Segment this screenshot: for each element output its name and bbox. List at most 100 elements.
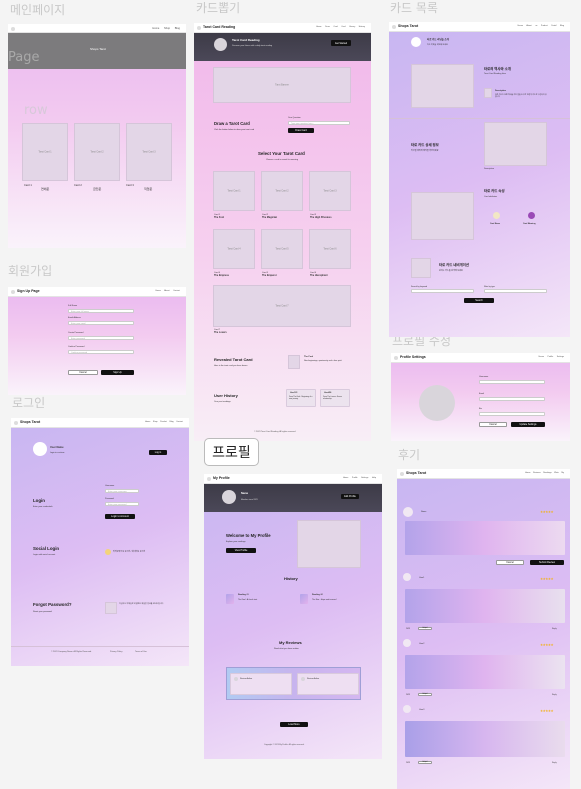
card-5[interactable]: Tarot Card 5	[261, 229, 303, 269]
username-input[interactable]: Enter your username	[105, 489, 139, 493]
footer-privacy[interactable]: Privacy Policy	[110, 651, 122, 653]
signup-button[interactable]: Sign Up	[101, 370, 134, 375]
card-2[interactable]: Tarot Card 2	[261, 171, 303, 211]
card-6[interactable]: Tarot Card 6	[309, 229, 351, 269]
hero-button[interactable]: Get Started	[331, 40, 351, 46]
review-3-like[interactable]: Helpful	[418, 761, 432, 764]
logo-icon	[400, 472, 404, 476]
login-button[interactable]: Login to Account	[105, 514, 135, 519]
edit-save-button[interactable]: Update Settings	[511, 422, 545, 427]
kakao-icon[interactable]	[105, 549, 111, 555]
review-card-1[interactable]: Review Author	[230, 673, 292, 695]
select-sub: Choose a card to reveal its meaning	[266, 159, 299, 161]
field-4-input[interactable]: Confirm password	[68, 350, 134, 354]
card-wide[interactable]: Tarot Card 7	[213, 285, 351, 327]
view-profile-button[interactable]: View Profile	[226, 548, 256, 553]
review-card-2[interactable]: Review Author	[297, 673, 359, 695]
user-name: User Name	[50, 446, 64, 449]
review-2-reply[interactable]: Reply	[552, 694, 557, 696]
edit-field-1[interactable]	[479, 380, 545, 384]
password-input[interactable]: Enter your password	[105, 502, 139, 506]
review-2-avatar	[403, 639, 411, 647]
edit-avatar[interactable]	[419, 385, 455, 421]
footer-terms[interactable]: Terms of Use	[135, 651, 147, 653]
label-cardlist: 카드 목록	[390, 1, 438, 15]
nav-menu[interactable]: Home Draw Card Card Library History	[316, 26, 365, 28]
first-stars[interactable]: ★★★★★	[540, 510, 554, 514]
username-label: Username	[105, 485, 115, 487]
edit-field-2[interactable]	[479, 397, 545, 401]
nav-menu[interactable]: Home About Contact	[156, 290, 180, 292]
review-3-image	[405, 721, 565, 757]
edit-field-2-label: Email	[479, 393, 485, 395]
card-3-name: The High Priestess	[310, 216, 332, 219]
nav-menu[interactable]: Home About us Product Detail Blog	[518, 25, 564, 27]
signup-page-frame: Sign Up Page Home About Contact Full Nam…	[8, 287, 186, 395]
load-more-button[interactable]: Load More	[280, 722, 308, 727]
nav-menu[interactable]: Home Shop Product Blog Contact	[145, 421, 183, 423]
field-1-input[interactable]: Enter your full name	[68, 309, 134, 313]
filter-1-label: Search by keyword	[411, 286, 428, 288]
social-text: 카카오톡으로 로그인 / 네이버로 로그인	[113, 551, 146, 553]
first-cancel-button[interactable]: Cancel	[496, 560, 524, 565]
filter-2-input[interactable]	[484, 289, 547, 293]
intro-title: 타로의 역사와 소개	[484, 67, 511, 71]
nav-title: Sign Up Page	[17, 289, 40, 293]
card-3[interactable]: Tarot Card 3	[309, 171, 351, 211]
hero-title: Shops Tarot	[90, 47, 106, 51]
first-name: Name	[421, 511, 427, 513]
attr-b: Card Meaning	[523, 223, 536, 225]
forgot-text: 가입하신 이메일로 비밀번호 재설정 링크를 보내드립니다	[119, 603, 164, 605]
history-thumb-1	[226, 594, 234, 604]
review-1-reply[interactable]: Reply	[552, 628, 557, 630]
field-2-input[interactable]: Enter your email	[68, 321, 134, 325]
profile-edit-frame: Profile Settings Home Profile Settings U…	[391, 353, 570, 441]
tile-1-name: 연애운	[41, 187, 50, 191]
detail-sub: 카드별 의미와 해석을 확인하세요	[411, 150, 439, 152]
draw-button[interactable]: Draw Card	[288, 128, 314, 133]
review-1-like[interactable]: Helpful	[418, 627, 432, 630]
first-submit-button[interactable]: Submit Review	[530, 560, 564, 565]
footer-copy: © 2023 Company Name. All Rights Reserved…	[51, 651, 92, 653]
review-1-date: 2023	[406, 628, 410, 630]
history-card-2[interactable]: User456 Drew The Lovers - A new relation…	[320, 389, 350, 407]
review-3-reply[interactable]: Reply	[552, 762, 557, 764]
nav-menu[interactable]: Home Profile Settings	[539, 356, 564, 358]
nav-menu[interactable]: Home Reviews Readings Write My	[525, 472, 564, 474]
nav-menu[interactable]: Home Shop Blog	[152, 27, 180, 30]
nav-menu[interactable]: Home Profile Settings Help	[343, 477, 376, 479]
cancel-button[interactable]: Cancel	[68, 370, 98, 375]
filter-1-input[interactable]	[411, 289, 474, 293]
edit-cancel-button[interactable]: Cancel	[479, 422, 507, 427]
revealed-image	[288, 355, 300, 369]
attr-icon-a	[493, 212, 500, 219]
field-3-input[interactable]: Enter password	[68, 336, 134, 340]
card-4[interactable]: Tarot Card 4	[213, 229, 255, 269]
social-title: Social Login	[33, 546, 60, 551]
tile-2-no: Card 2	[74, 184, 82, 187]
review-1-image	[405, 589, 565, 623]
history-text-2: Drew The Lovers - A new relationship	[323, 396, 342, 401]
review-2-avatar	[301, 677, 305, 681]
attr-a: Card Name	[490, 223, 500, 225]
search-button[interactable]: Search	[464, 298, 494, 303]
tile-1[interactable]: Tarot Card 1	[22, 123, 68, 181]
review-2-like[interactable]: Helpful	[418, 693, 432, 696]
social-sub: Login with social account	[33, 554, 56, 556]
history-card-1[interactable]: User123 Drew The Fool - Beginning of a n…	[286, 389, 316, 407]
card-1[interactable]: Tarot Card 1	[213, 171, 255, 211]
nav-title: Shops Tarot	[20, 420, 41, 424]
cardlist-page-frame: Shops Tarot Home About us Product Detail…	[389, 22, 570, 337]
tile-3[interactable]: Tarot Card 3	[126, 123, 172, 181]
profile-sub: Member since 2023	[241, 499, 258, 501]
user-login-button[interactable]: Log in	[149, 450, 167, 455]
edit-field-3[interactable]	[479, 412, 545, 416]
card-1-name: The Fool	[214, 216, 224, 219]
review-2-stars: ★★★★★	[540, 643, 554, 647]
revealed-desc: New beginnings, spontaneity and a free s…	[304, 360, 342, 362]
edit-profile-button[interactable]: Edit Profile	[341, 494, 359, 499]
history-user-1: User123	[290, 392, 298, 394]
history-2-text: The Star - Hope and renewal	[312, 599, 337, 601]
question-input[interactable]: Type your question here...	[288, 121, 350, 125]
tile-2[interactable]: Tarot Card 2	[74, 123, 120, 181]
